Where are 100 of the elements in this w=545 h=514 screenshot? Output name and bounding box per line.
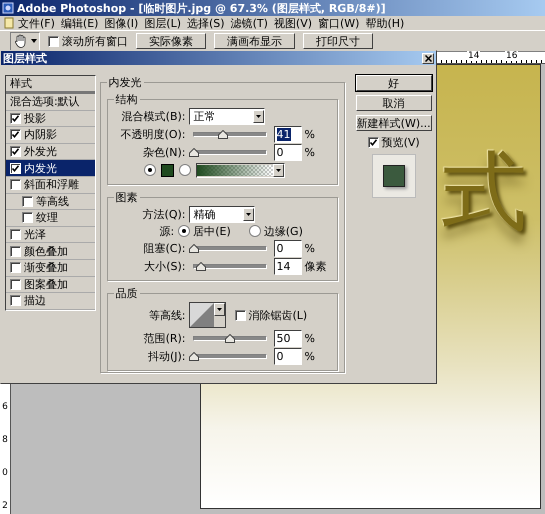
menu-item[interactable]: 视图(V) (270, 16, 316, 30)
checkbox-label: 预览(V) (382, 135, 420, 150)
checkbox[interactable] (10, 129, 21, 140)
checkbox[interactable] (48, 36, 59, 46)
ruler-label: 6 (2, 403, 8, 412)
slider-thumb[interactable] (188, 352, 198, 360)
radio-label: 居中(E) (193, 224, 231, 238)
field-label: 等高线: (148, 308, 186, 322)
value-field[interactable]: 0 (274, 348, 302, 364)
checkbox[interactable] (234, 310, 246, 320)
style-item[interactable]: 斜面和浮雕 (6, 176, 94, 194)
radio-button[interactable] (178, 225, 190, 237)
value-field[interactable]: 0 (274, 144, 302, 160)
slider-thumb[interactable] (188, 244, 198, 252)
ruler-label: 8 (2, 436, 8, 445)
style-item[interactable]: 内发光 (6, 160, 94, 177)
style-item[interactable]: 图案叠加 (6, 276, 94, 294)
menu-item[interactable]: 窗口(W) (315, 16, 362, 30)
style-item[interactable]: 描边 (6, 293, 94, 310)
group-title: 图素 (114, 190, 138, 205)
dialog-button[interactable]: 好 (356, 75, 432, 91)
list-header: 样式 (6, 76, 94, 94)
app-icon (2, 2, 14, 14)
menu-item[interactable]: 图像(I) (101, 16, 142, 30)
unit-label: % (304, 350, 315, 362)
slider-thumb[interactable] (188, 148, 198, 156)
style-item[interactable]: 光泽 (6, 226, 94, 244)
unit-label: % (304, 242, 315, 254)
checkbox[interactable] (22, 196, 33, 207)
slider-thumb[interactable] (196, 262, 206, 270)
style-item[interactable]: 混合选项:默认 (6, 94, 94, 111)
value-field[interactable]: 50 (274, 330, 302, 346)
slider-thumb[interactable] (224, 334, 234, 342)
dialog-button[interactable]: 新建样式(W)... (356, 115, 432, 131)
checkbox[interactable] (10, 262, 21, 274)
method-dropdown[interactable]: 精确 (188, 206, 254, 222)
unit-label: % (304, 128, 315, 140)
caret-icon (256, 114, 260, 118)
caret-icon (216, 308, 222, 311)
checkbox-label: 滚动所有窗口 (62, 34, 128, 48)
caret-icon (246, 212, 250, 216)
style-item[interactable]: 颜色叠加 (6, 243, 94, 260)
radio-label: 边缘(G) (264, 224, 303, 238)
dialog-button[interactable]: 取消 (356, 95, 432, 111)
checkbox[interactable] (10, 295, 21, 306)
slider-track[interactable] (192, 132, 266, 136)
style-item[interactable]: 纹理 (6, 210, 94, 227)
slider-label: 阻塞(C): (142, 240, 186, 256)
value-field[interactable]: 14 (274, 258, 302, 274)
radio-button[interactable] (178, 164, 190, 176)
menu-item[interactable]: 文件(F) (15, 16, 58, 30)
menu-item[interactable]: 编辑(E) (58, 16, 102, 30)
menu-item[interactable]: 帮助(H) (362, 16, 408, 30)
slider-label: 大小(S): (143, 258, 186, 274)
gradient-picker[interactable] (196, 162, 284, 178)
value-field[interactable]: 0 (274, 240, 302, 256)
checkbox[interactable] (22, 212, 33, 224)
slider-track[interactable] (192, 264, 266, 268)
dialog-title: 图层样式 (3, 50, 47, 66)
menu-item[interactable]: 滤镜(T) (228, 16, 271, 30)
checkbox[interactable] (10, 229, 21, 240)
style-item[interactable]: 投影 (6, 110, 94, 128)
toolbar-button[interactable]: 实际像素 (136, 33, 206, 49)
group-title: 品质 (114, 286, 138, 301)
checkbox[interactable] (10, 112, 21, 124)
slider-track[interactable] (192, 336, 266, 340)
checkbox[interactable] (10, 278, 21, 290)
style-item[interactable]: 内阴影 (6, 127, 94, 144)
group-title: 结构 (114, 92, 138, 107)
toolbar-button[interactable]: 满画布显示 (214, 33, 295, 49)
window-title: Adobe Photoshop - [临时图片.jpg @ 67.3% (图层样式, RGB/8#)] (17, 0, 386, 16)
checkbox-label: 消除锯齿(L) (248, 308, 308, 322)
close-button[interactable] (422, 52, 434, 64)
checkbox[interactable] (368, 137, 379, 148)
unit-label: % (304, 146, 315, 158)
value-field[interactable]: 41 (274, 126, 302, 142)
slider-label: 不透明度(O): (120, 126, 186, 142)
radio-button[interactable] (248, 225, 261, 237)
menu-item[interactable]: 图层(L) (141, 16, 184, 30)
style-preview (372, 154, 416, 198)
ruler-label: 0 (2, 469, 8, 478)
style-item[interactable]: 渐变叠加 (6, 260, 94, 277)
contour-picker[interactable] (188, 302, 226, 328)
caret-icon (276, 168, 280, 172)
style-item[interactable]: 等高线 (6, 194, 94, 210)
blend-mode-dropdown[interactable]: 正常 (188, 108, 264, 124)
color-swatch[interactable] (160, 164, 174, 176)
checkbox[interactable] (10, 246, 21, 257)
checkbox[interactable] (10, 179, 21, 190)
ruler-label: 2 (2, 502, 8, 511)
ruler-label: 16 (505, 51, 518, 61)
field-label: 方法(Q): (142, 206, 186, 222)
radio-button[interactable] (144, 164, 156, 176)
slider-thumb[interactable] (218, 130, 228, 138)
menu-item[interactable]: 选择(S) (184, 16, 228, 30)
checkbox[interactable] (10, 146, 21, 158)
document-icon[interactable] (3, 17, 15, 29)
toolbar-button[interactable]: 打印尺寸 (303, 33, 373, 49)
contour-icon (190, 303, 214, 327)
field-label: 源: (160, 224, 174, 238)
